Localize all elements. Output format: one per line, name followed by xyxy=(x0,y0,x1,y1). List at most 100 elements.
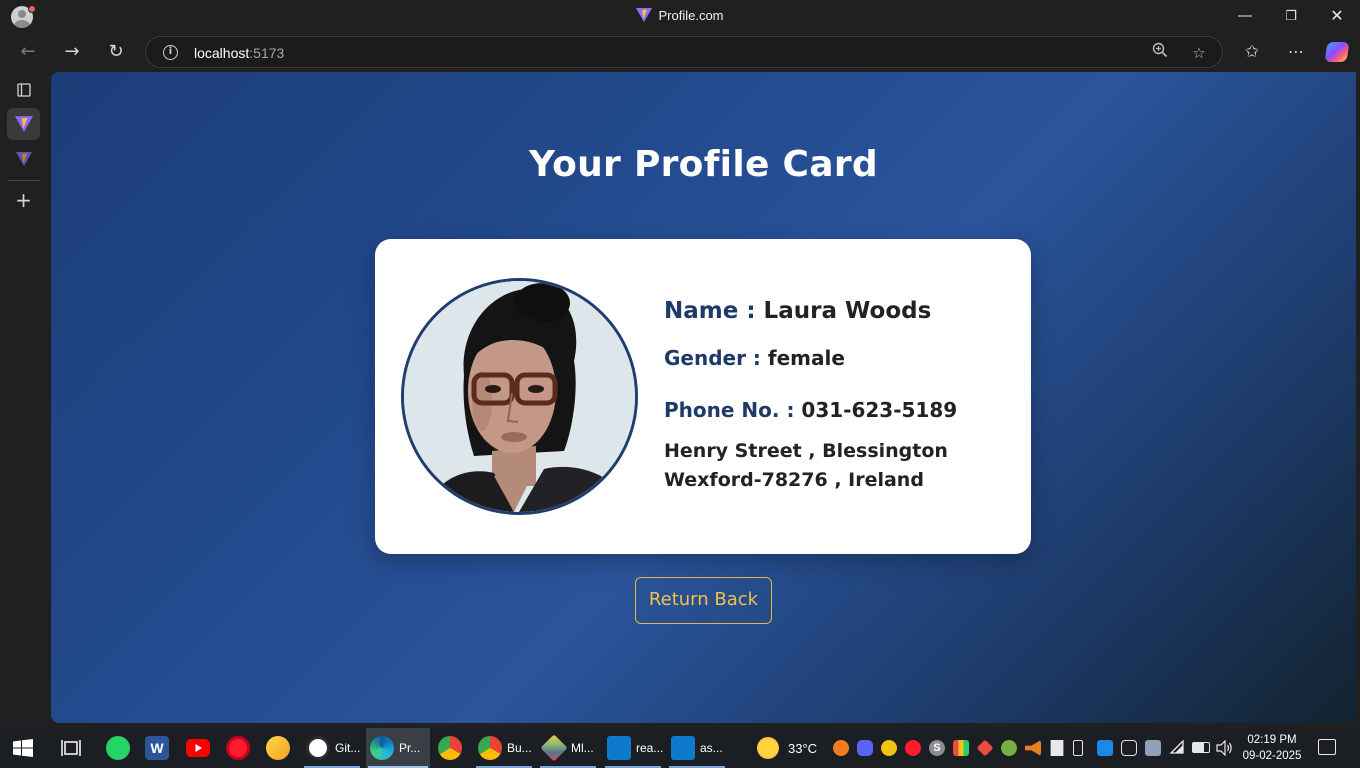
wifi-icon[interactable] xyxy=(1169,739,1185,756)
page-viewport: Your Profile Card Name: Laura Woods Gen… xyxy=(51,72,1356,723)
opera-icon[interactable] xyxy=(226,736,250,760)
tray-tool-icon[interactable] xyxy=(976,739,994,757)
refresh-icon: ↻ xyxy=(108,41,124,62)
github-icon xyxy=(306,736,330,760)
gender-label: Gender : xyxy=(664,346,768,370)
tray-plus-icon[interactable] xyxy=(881,740,897,756)
weather-temp: 33°C xyxy=(788,741,818,756)
favorite-button[interactable]: ☆ xyxy=(1188,42,1210,64)
return-back-button[interactable]: Return Back xyxy=(635,577,772,624)
portrait-image xyxy=(404,281,635,512)
phone-label: Phone No. : xyxy=(664,398,802,422)
taskbar-app-github[interactable]: Git... xyxy=(302,728,362,768)
arrow-left-icon: ← xyxy=(20,41,36,62)
more-dots-icon: ⋯ xyxy=(1288,42,1304,61)
star-outline-icon: ☆ xyxy=(1192,44,1206,62)
phone-row: Phone No. : 031-623-5189 xyxy=(664,398,957,422)
taskbar-app-label: Bu... xyxy=(507,741,532,755)
favorites-button[interactable]: ✩ xyxy=(1236,36,1268,68)
forward-button[interactable]: → xyxy=(56,36,88,68)
task-view-icon xyxy=(61,740,81,756)
windows-logo-icon xyxy=(13,739,33,757)
browser-toolbar: ← → ↻ i localhost:5173 ☆ ✩ ⋯ xyxy=(0,32,1360,72)
restore-button[interactable]: ❐ xyxy=(1268,0,1314,32)
phone-value: 031-623-5189 xyxy=(801,398,958,422)
security-tray-icon[interactable] xyxy=(1050,740,1064,756)
lemon-app-icon[interactable] xyxy=(266,736,290,760)
word-icon[interactable]: W xyxy=(145,736,169,760)
plus-icon: + xyxy=(15,188,32,212)
vite-logo-icon xyxy=(636,8,653,22)
gender-row: Gender : female xyxy=(664,346,845,370)
youtube-icon[interactable] xyxy=(186,739,210,757)
back-button[interactable]: ← xyxy=(12,36,44,68)
volume-icon xyxy=(1216,739,1232,757)
profile-card: Name : Laura Woods Gender : female Phone… xyxy=(375,239,1031,554)
taskbar-app-edge-profile[interactable]: Pr... xyxy=(366,728,430,768)
settings-more-button[interactable]: ⋯ xyxy=(1280,36,1312,68)
discord-icon[interactable] xyxy=(857,740,873,756)
profile-photo xyxy=(401,278,638,515)
notification-center-icon[interactable] xyxy=(1318,739,1336,755)
taskbar-app-label: as... xyxy=(700,741,723,755)
system-clock[interactable]: 02:19 PM 09-02-2025 xyxy=(1241,732,1303,764)
start-button[interactable] xyxy=(13,739,33,757)
minimize-button[interactable]: ― xyxy=(1222,0,1268,32)
taskbar-app-chrome-bu[interactable]: Bu... xyxy=(474,728,534,768)
whatsapp-icon[interactable] xyxy=(106,736,130,760)
tab-actions-icon xyxy=(16,83,31,97)
site-info-icon[interactable]: i xyxy=(163,45,178,60)
s-app-icon[interactable]: S xyxy=(929,740,945,756)
name-value: Laura Woods xyxy=(763,298,932,324)
display-icon[interactable] xyxy=(1145,740,1161,756)
tray-chart-icon[interactable] xyxy=(953,740,969,756)
tab-second-vite[interactable] xyxy=(7,143,40,175)
close-window-button[interactable]: ✕ xyxy=(1314,0,1360,32)
url-port: :5173 xyxy=(249,45,285,61)
utorrent-icon[interactable] xyxy=(1001,740,1017,756)
clock-date: 09-02-2025 xyxy=(1242,750,1302,762)
window-title: Profile.com xyxy=(0,8,1360,23)
url-text[interactable]: localhost:5173 xyxy=(194,45,284,61)
vertical-tab-strip: + xyxy=(0,72,51,728)
page-title: Your Profile Card xyxy=(529,144,878,185)
tab-actions-button[interactable] xyxy=(7,74,40,106)
favorites-star-icon: ✩ xyxy=(1244,42,1260,62)
name-row: Name : Laura Woods xyxy=(664,298,931,324)
window-title-text: Profile.com xyxy=(658,8,724,23)
speaker-tray-icon[interactable] xyxy=(1025,740,1041,756)
play-icon xyxy=(195,744,202,752)
volume-button[interactable] xyxy=(1216,739,1232,757)
new-tab-button[interactable]: + xyxy=(7,184,40,216)
address-bar[interactable]: i localhost:5173 ☆ xyxy=(145,36,1223,68)
name-label: Name : xyxy=(664,298,764,324)
sun-haze-icon xyxy=(757,737,779,759)
vite-logo-icon xyxy=(15,152,32,166)
tab-profile-active[interactable] xyxy=(7,108,40,140)
taskbar-app-vscode-as[interactable]: as... xyxy=(667,728,727,768)
vscode-icon xyxy=(671,736,695,760)
chrome-profile-icon xyxy=(478,736,502,760)
camera-icon[interactable] xyxy=(1121,740,1137,756)
tab-separator xyxy=(8,180,40,181)
refresh-button[interactable]: ↻ xyxy=(100,36,132,68)
gender-value: female xyxy=(767,346,845,370)
tray-window-icon[interactable] xyxy=(1097,740,1113,756)
clock-time: 02:19 PM xyxy=(1247,734,1297,746)
copilot-icon[interactable] xyxy=(1324,42,1350,62)
task-view-button[interactable] xyxy=(61,738,81,758)
usb-icon[interactable] xyxy=(1073,740,1083,756)
windows-taskbar: W Git... Pr... Bu... Ml... rea... as... … xyxy=(0,728,1360,768)
tray-app-icon[interactable] xyxy=(833,740,849,756)
chrome-icon[interactable] xyxy=(438,736,462,760)
taskbar-app-ml[interactable]: Ml... xyxy=(538,728,598,768)
zoom-button[interactable] xyxy=(1149,42,1171,64)
minimize-icon: ― xyxy=(1238,8,1252,24)
taskbar-app-label: Pr... xyxy=(399,741,421,755)
taskbar-app-vscode-rea[interactable]: rea... xyxy=(603,728,663,768)
restore-icon: ❐ xyxy=(1285,9,1297,24)
taskbar-app-label: Git... xyxy=(335,741,361,755)
battery-icon[interactable] xyxy=(1192,742,1210,753)
title-bar: Profile.com ― ❐ ✕ xyxy=(0,0,1360,32)
opera-tray-icon[interactable] xyxy=(905,740,921,756)
